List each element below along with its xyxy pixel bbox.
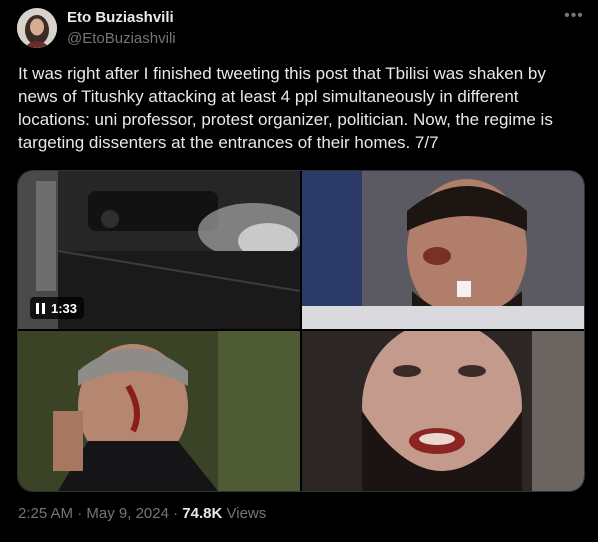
author-avatar[interactable] xyxy=(17,8,57,48)
timestamp-date: May 9, 2024 xyxy=(86,505,169,522)
media-photo-2[interactable] xyxy=(302,171,584,329)
avatar-image xyxy=(17,8,57,48)
video-duration: 1:33 xyxy=(51,300,78,316)
media-photo-3[interactable] xyxy=(18,331,300,491)
meta-separator: · xyxy=(77,505,83,522)
photo-3-image xyxy=(18,331,300,491)
tweet-metadata: 2:25 AM · May 9, 2024 · 74.8K Views xyxy=(18,505,266,522)
photo-4-image xyxy=(302,331,584,491)
more-options-button[interactable]: ••• xyxy=(563,6,585,28)
author-name[interactable]: Eto Buziashvili xyxy=(67,9,174,26)
more-horizontal-icon: ••• xyxy=(564,7,584,24)
views-count[interactable]: 74.8K xyxy=(182,505,222,522)
views-label: Views xyxy=(226,505,267,522)
timestamp-time: 2:25 AM xyxy=(18,505,74,522)
timestamp-link[interactable]: 2:25 AM · May 9, 2024 xyxy=(18,505,169,522)
tweet-text: It was right after I finished tweeting t… xyxy=(18,64,553,152)
author-handle[interactable]: @EtoBuziashvili xyxy=(67,30,176,47)
video-duration-badge: 1:33 xyxy=(30,297,85,319)
pause-icon[interactable] xyxy=(36,302,45,314)
meta-separator: · xyxy=(173,505,179,522)
media-grid: 1:33 xyxy=(17,170,585,492)
photo-2-image xyxy=(302,171,584,329)
tweet: Eto Buziashvili @EtoBuziashvili ••• It w… xyxy=(0,0,598,542)
media-photo-4[interactable] xyxy=(302,331,584,491)
media-video-cctv[interactable]: 1:33 xyxy=(18,171,300,329)
